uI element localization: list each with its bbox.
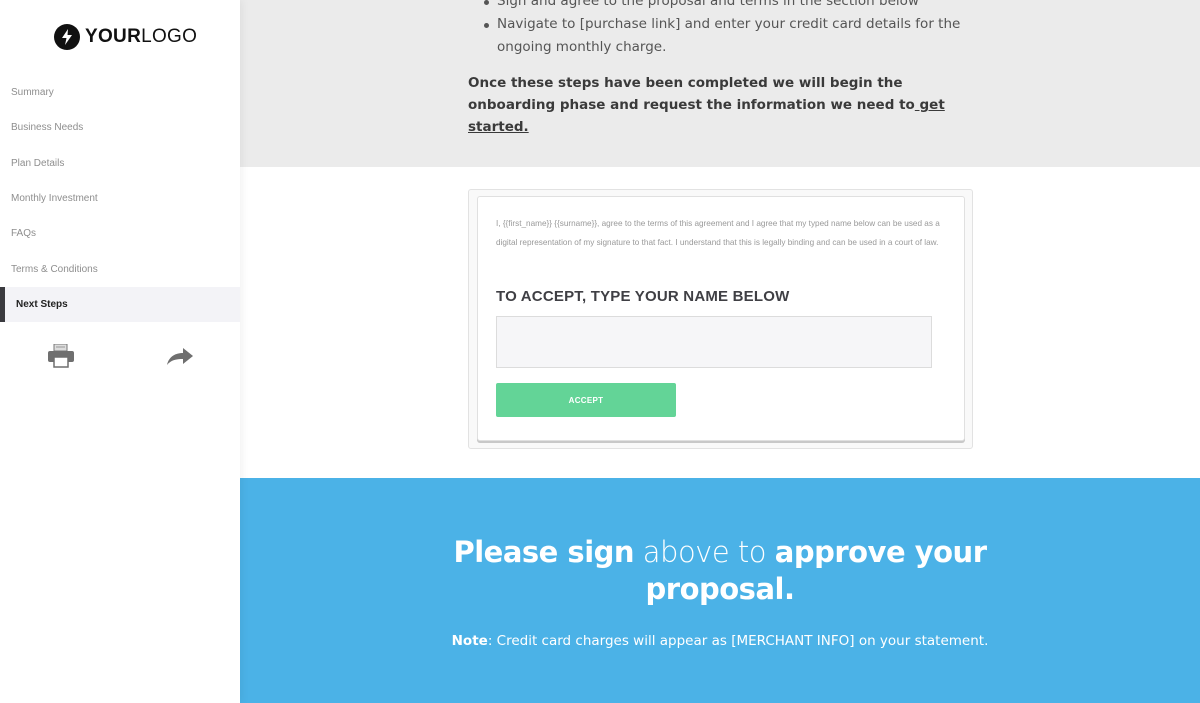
lightning-bolt-icon [54, 24, 80, 50]
list-item: Sign and agree to the proposal and terms… [484, 0, 967, 13]
nav-item-summary[interactable]: Summary [0, 75, 240, 110]
nav-item-monthly-investment[interactable]: Monthly Investment [0, 181, 240, 216]
nav-item-terms-conditions[interactable]: Terms & Conditions [0, 251, 240, 286]
nav-item-plan-details[interactable]: Plan Details [0, 146, 240, 181]
logo[interactable]: YOURLOGO [54, 24, 197, 50]
list-item: Navigate to [purchase link] and enter yo… [484, 13, 967, 59]
accept-heading: TO ACCEPT, TYPE YOUR NAME BELOW [496, 288, 790, 305]
section-nav: Summary Business Needs Plan Details Mont… [0, 75, 240, 323]
signature-box: I, {{first_name}} {{surname}}, agree to … [468, 189, 973, 449]
completion-sentence: Once these steps have been completed we … [468, 75, 915, 113]
merchant-note: Note: Credit card charges will appear as… [451, 633, 989, 649]
cta-light: above to [634, 535, 775, 569]
nav-item-next-steps[interactable]: Next Steps [0, 286, 240, 323]
signature-card: I, {{first_name}} {{surname}}, agree to … [477, 196, 965, 441]
logo-text: YOURLOGO [85, 26, 198, 47]
cta-section: Please sign above to approve your proposa… [240, 478, 1200, 703]
cta-bold-2: approve your [774, 535, 987, 569]
legal-agreement-text: I, {{first_name}} {{surname}}, agree to … [496, 219, 940, 247]
cta-title: Please sign above to approve your proposa… [240, 534, 1200, 608]
next-steps-section: Sign and agree to the proposal and terms… [240, 0, 1200, 167]
typed-name-input[interactable] [496, 316, 932, 368]
completion-text: Once these steps have been completed we … [468, 72, 968, 138]
nav-item-faqs[interactable]: FAQs [0, 216, 240, 251]
proposal-content: Sign and agree to the proposal and terms… [240, 0, 1200, 703]
printer-icon[interactable] [47, 343, 75, 368]
accept-button[interactable]: ACCEPT [496, 383, 676, 417]
share-arrow-icon[interactable] [166, 347, 194, 367]
next-steps-list: Sign and agree to the proposal and terms… [484, 0, 967, 59]
sidebar: YOURLOGO Summary Business Needs Plan Det… [0, 0, 240, 703]
sidebar-actions [0, 343, 240, 370]
cta-bold-3: proposal. [645, 572, 795, 606]
signature-section: I, {{first_name}} {{surname}}, agree to … [240, 167, 1200, 478]
nav-item-business-needs[interactable]: Business Needs [0, 110, 240, 145]
cta-bold-1: Please sign [453, 535, 635, 569]
